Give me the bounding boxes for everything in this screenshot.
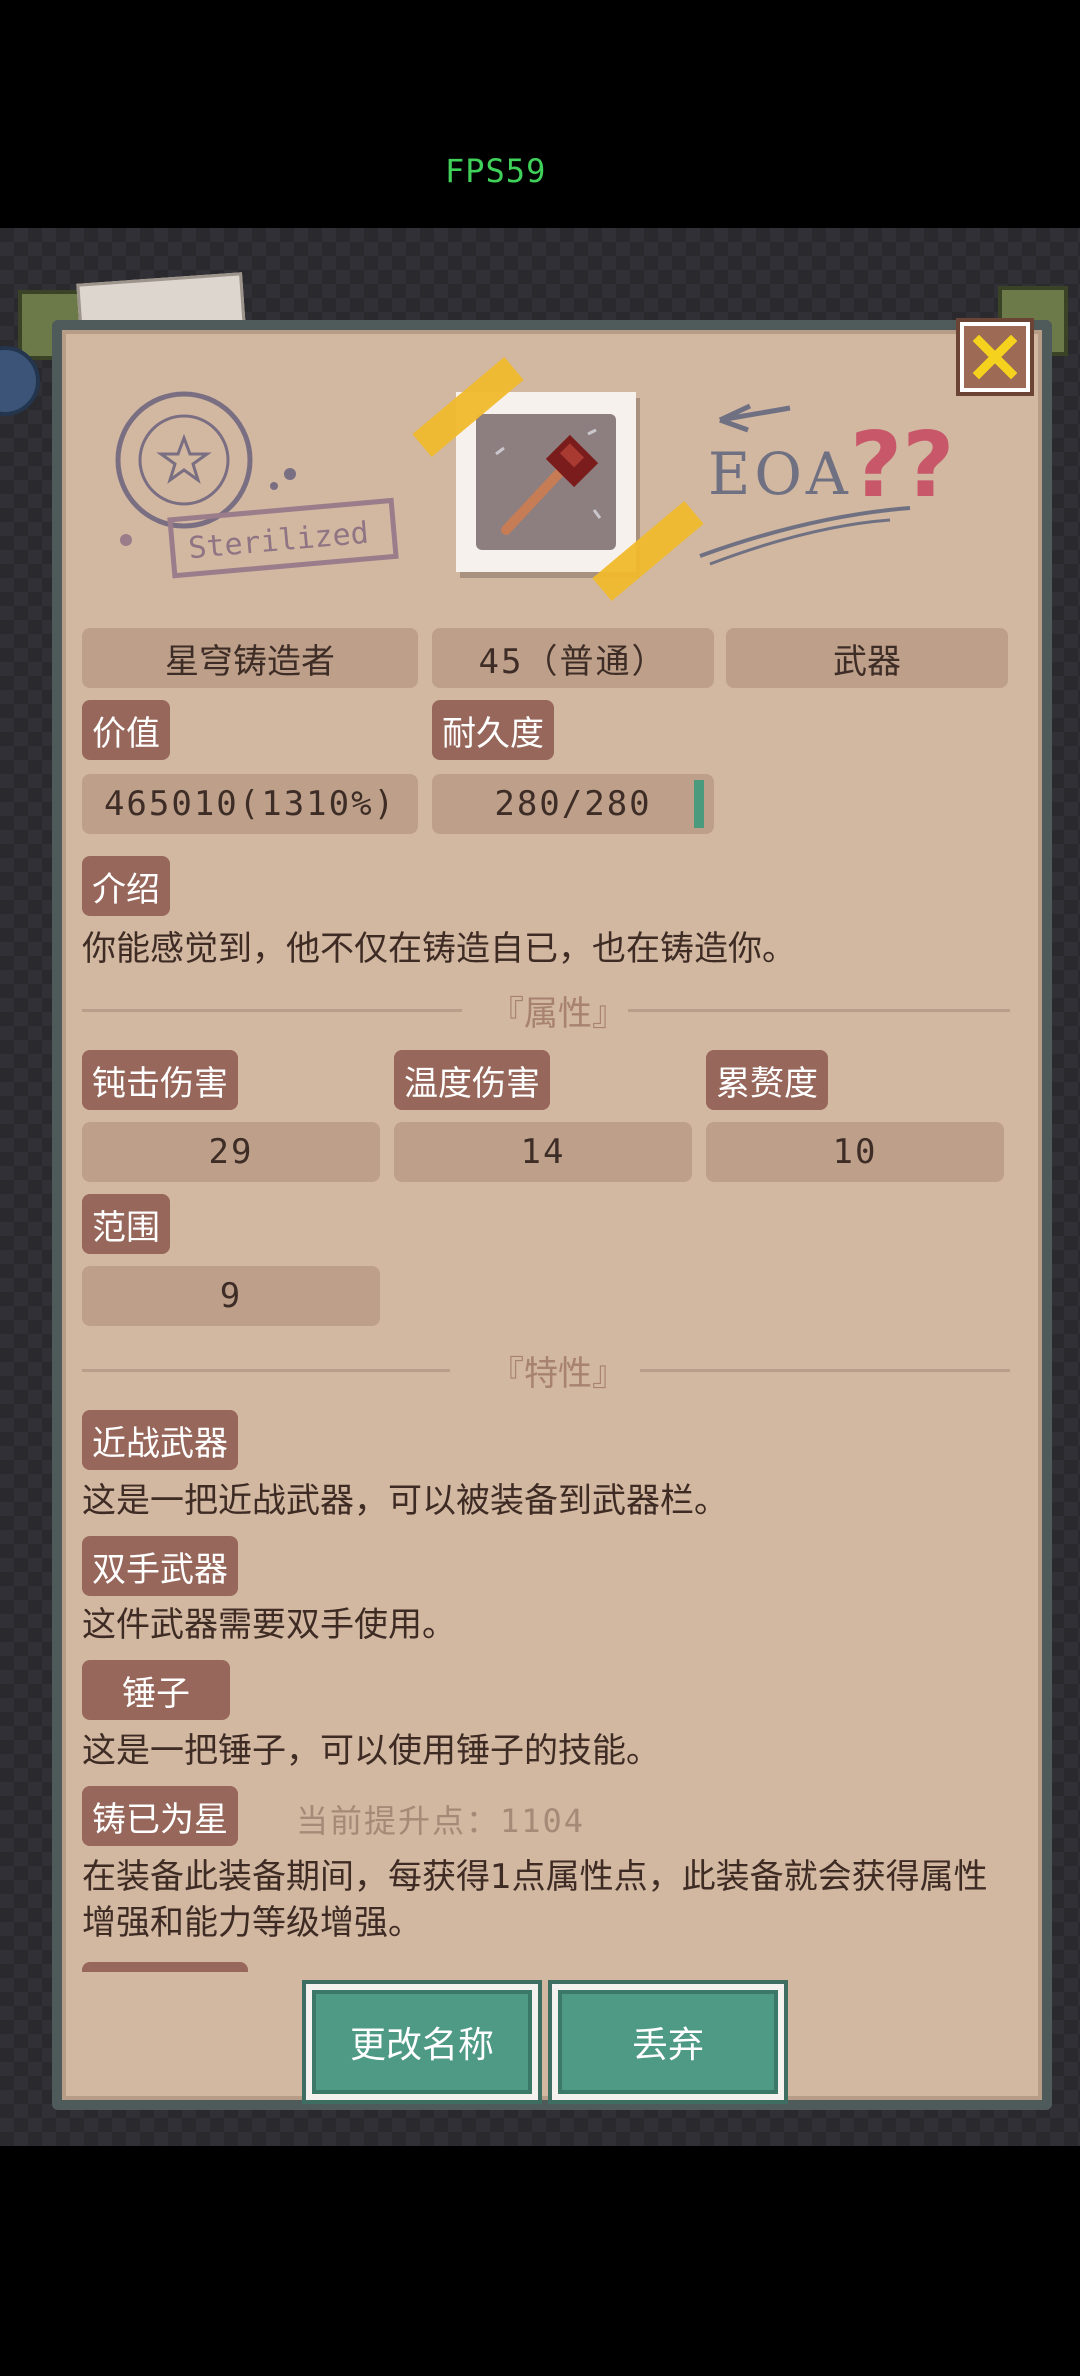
next-trait-label-peek xyxy=(82,1962,248,1972)
attribute-value: 9 xyxy=(82,1266,380,1326)
svg-text:??: ?? xyxy=(850,413,954,518)
traits-title: 『特性』 xyxy=(490,1354,626,1394)
section-divider xyxy=(82,1369,450,1372)
discard-button[interactable]: 丢弃 xyxy=(552,1984,784,2100)
special-stamp-decoration: Sterilized xyxy=(104,390,404,590)
attribute-label: 钝击伤害 xyxy=(82,1050,238,1110)
trait-text: 这件武器需要双手使用。 xyxy=(82,1605,456,1645)
fps-counter: FPS59 xyxy=(445,152,547,190)
section-divider xyxy=(628,1009,1010,1012)
item-image-frame xyxy=(456,392,636,572)
attribute-label: 范围 xyxy=(82,1194,170,1254)
durability-label: 耐久度 xyxy=(432,700,554,760)
close-button[interactable] xyxy=(960,322,1030,392)
trait-text: 在装备此装备期间，每获得1点属性点，此装备就会获得属性增强和能力等级增强。 xyxy=(82,1857,988,1943)
attribute-value: 14 xyxy=(394,1122,692,1182)
upgrade-points: 当前提升点：1104 xyxy=(296,1802,586,1840)
value-label: 价值 xyxy=(82,700,170,760)
trait-label: 近战武器 xyxy=(82,1410,238,1470)
item-level: 45（普通） xyxy=(432,628,714,688)
intro-label: 介绍 xyxy=(82,856,170,916)
durability-bar xyxy=(694,780,704,828)
item-category: 武器 xyxy=(726,628,1008,688)
trait-text: 这是一把锤子，可以使用锤子的技能。 xyxy=(82,1731,660,1771)
trait-text: 这是一把近战武器，可以被装备到武器栏。 xyxy=(82,1481,728,1521)
eoa-stamp-decoration: EOA ?? xyxy=(690,386,1010,586)
trait-label: 双手武器 xyxy=(82,1536,238,1596)
eoa-stamp-text: EOA xyxy=(708,440,852,508)
trait-label: 铸已为星 xyxy=(82,1786,238,1846)
attribute-label: 累赘度 xyxy=(706,1050,828,1110)
item-name: 星穹铸造者 xyxy=(82,628,418,688)
durability-value: 280/280 xyxy=(432,774,714,834)
item-slot xyxy=(476,414,616,550)
attribute-value: 10 xyxy=(706,1122,1004,1182)
value-amount: 465010(1310%) xyxy=(82,774,418,834)
trait-label: 锤子 xyxy=(82,1660,230,1720)
attribute-label: 温度伤害 xyxy=(394,1050,550,1110)
attributes-title: 『属性』 xyxy=(490,994,626,1034)
intro-text: 你能感觉到，他不仅在铸造自已，也在铸造你。 xyxy=(82,929,796,969)
attribute-value: 29 xyxy=(82,1122,380,1182)
section-divider xyxy=(640,1369,1010,1372)
durability-text: 280/280 xyxy=(494,784,652,824)
rename-button[interactable]: 更改名称 xyxy=(306,1984,538,2100)
close-icon xyxy=(973,335,1017,379)
section-divider xyxy=(82,1009,462,1012)
hammer-icon xyxy=(495,428,602,535)
